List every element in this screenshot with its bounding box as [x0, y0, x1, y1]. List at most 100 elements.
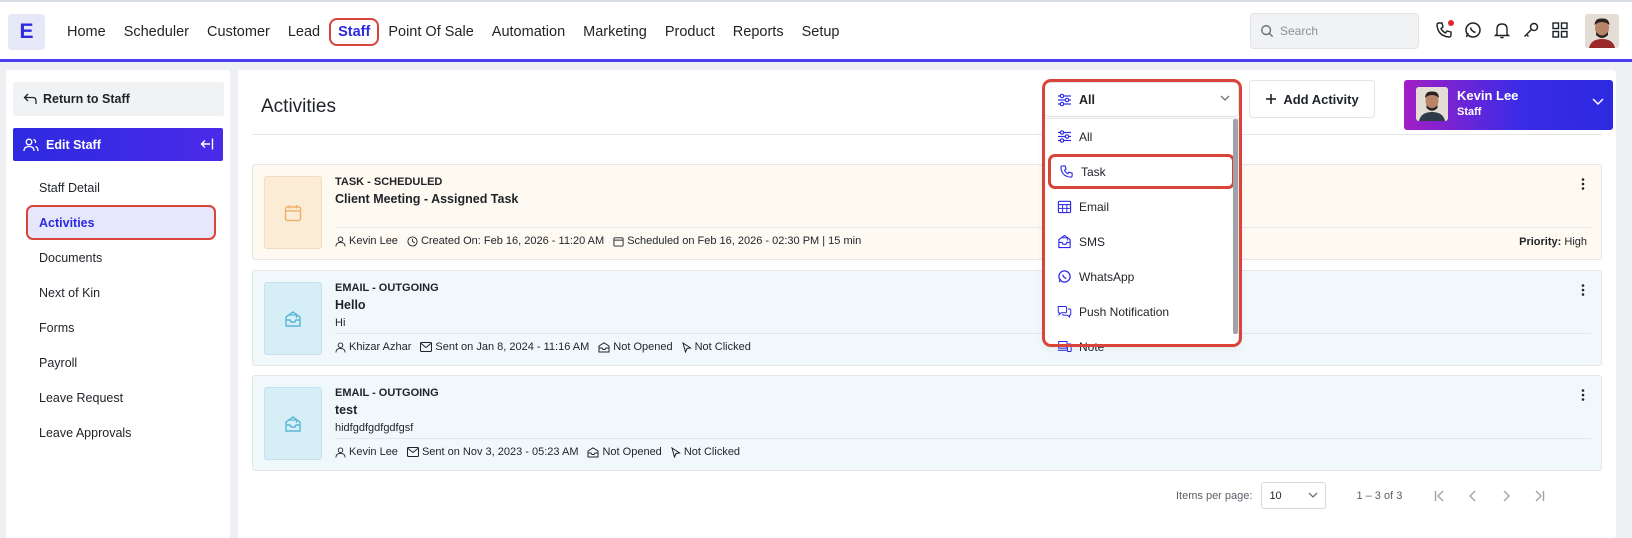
meta-user: Kevin Lee [335, 235, 398, 247]
grid-icon[interactable] [1550, 20, 1570, 40]
nav-automation[interactable]: Automation [483, 18, 574, 46]
staff-name: Kevin Lee [1457, 88, 1519, 103]
filter-option-sms[interactable]: SMS [1045, 224, 1238, 259]
activity-card-email[interactable]: EMAIL - OUTGOING test hidfgdfgdfgdfgsf K… [252, 375, 1602, 471]
whatsapp-icon[interactable] [1463, 20, 1483, 40]
chevron-down-icon [1220, 95, 1230, 101]
open-mail-icon [598, 341, 610, 352]
key-icon[interactable] [1521, 20, 1541, 40]
page-range: 1 – 3 of 3 [1356, 489, 1403, 502]
nav-home[interactable]: Home [58, 18, 115, 46]
sliders-icon [1058, 130, 1071, 143]
staff-role: Staff [1457, 106, 1482, 118]
filter-option-whatsapp[interactable]: WhatsApp [1045, 259, 1238, 294]
activity-meta: Khizar Azhar Sent on Jan 8, 2024 - 11:16… [335, 341, 760, 353]
next-page-icon[interactable] [1498, 488, 1514, 504]
nav-product[interactable]: Product [656, 18, 724, 46]
nav-marketing[interactable]: Marketing [574, 18, 656, 46]
top-icons [1434, 20, 1570, 40]
activity-body: Hi [335, 317, 346, 329]
collapse-sidebar-icon[interactable] [200, 137, 214, 151]
envelope-icon [420, 342, 433, 352]
cursor-icon [681, 341, 692, 353]
activity-thumb [264, 282, 322, 355]
priority-label: Priority: [1519, 236, 1562, 248]
user-icon [335, 235, 346, 247]
activity-type: EMAIL - OUTGOING [335, 282, 439, 294]
edit-staff-header[interactable]: Edit Staff [13, 128, 223, 161]
meta-user-name: Kevin Lee [349, 446, 398, 458]
bell-icon[interactable] [1492, 20, 1512, 40]
phone-icon[interactable] [1434, 20, 1454, 40]
activity-filter-dropdown: All Task Email SMS WhatsApp Push Notific… [1044, 118, 1239, 354]
meta-user: Kevin Lee [335, 446, 398, 458]
filter-option-label: Task [1081, 164, 1106, 179]
chat-bubbles-icon [1057, 306, 1072, 318]
items-per-page-select[interactable]: 10 [1261, 482, 1327, 509]
user-icon [335, 341, 346, 353]
activity-title: Client Meeting - Assigned Task [335, 192, 519, 206]
email-inbox-icon [285, 415, 301, 432]
filter-option-label: Note [1079, 339, 1105, 354]
plus-icon [1266, 94, 1277, 104]
filter-option-email[interactable]: Email [1045, 189, 1238, 224]
card-divider [335, 438, 1591, 439]
sidebar-item-staff-detail[interactable]: Staff Detail [26, 170, 216, 205]
activity-card-email[interactable]: EMAIL - OUTGOING Hello Hi Khizar Azhar S… [252, 270, 1602, 366]
sidebar-item-leave-approvals[interactable]: Leave Approvals [26, 415, 216, 450]
nav-setup[interactable]: Setup [793, 18, 849, 46]
meta-clicked-text: Not Clicked [683, 446, 741, 458]
activity-title: test [335, 403, 358, 417]
more-options-icon[interactable] [1577, 388, 1589, 402]
sidebar-item-forms[interactable]: Forms [26, 310, 216, 345]
meta-scheduled-text: Scheduled on Feb 16, 2026 - 02:30 PM | 1… [627, 235, 862, 247]
return-to-staff-button[interactable]: Return to Staff [13, 82, 224, 116]
meta-sent-text: Sent on Nov 3, 2023 - 05:23 AM [421, 446, 579, 458]
search-input[interactable] [1280, 24, 1410, 38]
dropdown-scrollbar[interactable] [1233, 119, 1238, 334]
filter-option-all[interactable]: All [1045, 119, 1238, 154]
meta-scheduled: Scheduled on Feb 16, 2026 - 02:30 PM | 1… [613, 235, 861, 247]
meta-user-name: Kevin Lee [349, 235, 398, 247]
priority-value: High [1564, 236, 1587, 248]
nav-lead[interactable]: Lead [279, 18, 329, 46]
sidebar-item-documents[interactable]: Documents [26, 240, 216, 275]
last-page-icon[interactable] [1531, 488, 1547, 504]
meta-opened: Not Opened [587, 446, 662, 458]
sidebar-item-leave-request[interactable]: Leave Request [26, 380, 216, 415]
nav-staff[interactable]: Staff [329, 18, 380, 46]
app-logo[interactable]: E [8, 14, 45, 50]
sidebar-item-next-of-kin[interactable]: Next of Kin [26, 275, 216, 310]
filter-option-task[interactable]: Task [1048, 154, 1235, 189]
back-arrow-icon [23, 93, 37, 104]
first-page-icon[interactable] [1432, 488, 1448, 504]
more-options-icon[interactable] [1577, 283, 1589, 297]
nav-customer[interactable]: Customer [198, 18, 279, 46]
add-activity-button[interactable]: Add Activity [1249, 80, 1375, 118]
return-label: Return to Staff [43, 92, 130, 106]
nav-scheduler[interactable]: Scheduler [115, 18, 198, 46]
meta-sent: Sent on Nov 3, 2023 - 05:23 AM [406, 446, 579, 458]
activity-thumb [264, 387, 322, 460]
sidebar-item-activities[interactable]: Activities [26, 205, 216, 240]
staff-switcher[interactable]: Kevin Lee Staff [1404, 80, 1613, 130]
edit-staff-label: Edit Staff [46, 137, 101, 152]
more-options-icon[interactable] [1577, 177, 1589, 191]
activity-filter-select[interactable]: All [1044, 82, 1239, 117]
filter-option-push-notification[interactable]: Push Notification [1045, 294, 1238, 329]
sidebar-item-payroll[interactable]: Payroll [26, 345, 216, 380]
card-divider [335, 227, 1591, 228]
page-buttons [1432, 488, 1547, 504]
previous-page-icon[interactable] [1465, 488, 1481, 504]
activity-card-task[interactable]: TASK - SCHEDULED Client Meeting - Assign… [252, 164, 1602, 260]
page-title: Activities [261, 96, 336, 117]
staff-side-menu: Staff Detail Activities Documents Next o… [26, 170, 230, 450]
chevron-down-icon [1592, 98, 1604, 106]
user-avatar[interactable] [1585, 14, 1619, 48]
filter-option-note[interactable]: Note [1045, 329, 1238, 364]
nav-point-of-sale[interactable]: Point Of Sale [379, 18, 482, 46]
add-activity-label: Add Activity [1283, 91, 1359, 107]
activity-meta: Kevin Lee Created On: Feb 16, 2026 - 11:… [335, 235, 870, 247]
nav-reports[interactable]: Reports [724, 18, 793, 46]
activity-title: Hello [335, 298, 366, 312]
